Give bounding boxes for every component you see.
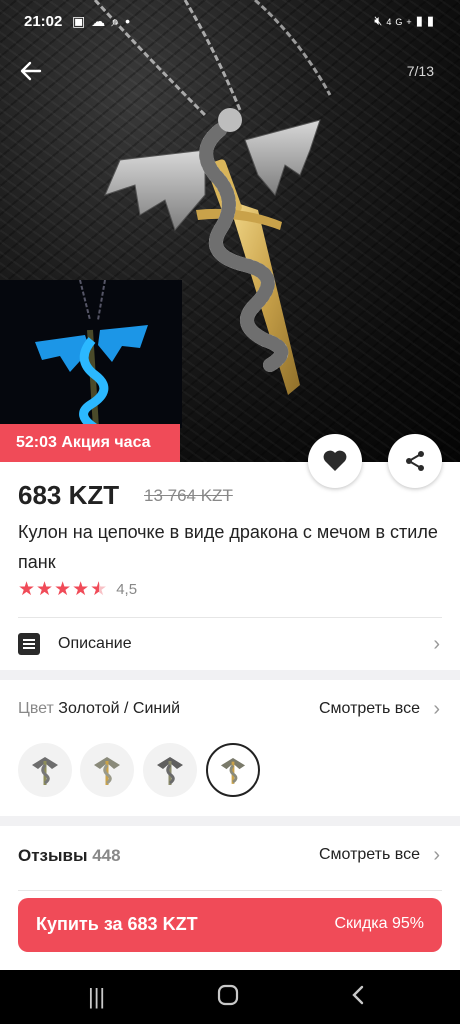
promo-badge: 52:03 Акция часа — [0, 424, 180, 462]
image-counter: 7/13 — [406, 63, 434, 79]
glow-variant-thumbnail — [0, 280, 182, 428]
description-row[interactable]: Описание › — [18, 624, 442, 664]
discount-label: Скидка 95% — [334, 915, 424, 932]
buy-button[interactable]: Купить за 683 KZT Скидка 95% — [18, 898, 442, 952]
color-value: Золотой / Синий — [58, 700, 181, 717]
chevron-right-icon: › — [433, 698, 440, 720]
network-4g-icon: 4G+ — [386, 17, 416, 27]
reviews-row[interactable]: Отзывы 448 Смотреть все › — [18, 844, 442, 870]
arrow-left-icon — [20, 61, 42, 81]
mute-icon: 🔇︎ — [374, 13, 387, 28]
search-icon: ⌕ — [111, 13, 126, 29]
status-right-icons: 🔇︎4G+▮▮ — [374, 13, 438, 29]
product-image-gallery[interactable]: 21:02 ▣☁⌕• 🔇︎4G+▮▮ 7/13 — [0, 0, 460, 462]
cloud-icon: ☁ — [91, 13, 112, 29]
product-screen: 21:02 ▣☁⌕• 🔇︎4G+▮▮ 7/13 52:03 Акция часа — [0, 0, 460, 1024]
reviews-count: 448 — [92, 846, 121, 865]
heart-icon — [323, 450, 347, 471]
battery-icon: ▮ — [426, 13, 438, 28]
status-time: 21:02 — [24, 13, 63, 30]
old-price: 13 764 KZT — [144, 486, 233, 505]
chevron-right-icon: › — [433, 632, 440, 655]
signal-icon: ▮ — [415, 13, 427, 28]
rating-value: 4,5 — [116, 580, 138, 598]
reviews-label: Отзывы — [18, 846, 93, 865]
color-see-all-link[interactable]: Смотреть все — [319, 700, 420, 718]
color-swatches — [18, 743, 278, 799]
color-swatch-3[interactable] — [143, 743, 197, 797]
favorite-button[interactable] — [308, 434, 362, 488]
share-icon — [406, 451, 424, 471]
chevron-right-icon: › — [433, 844, 440, 866]
back-button[interactable] — [18, 58, 46, 86]
product-rating[interactable]: ★★★★★ 4,5 — [18, 578, 137, 600]
section-separator — [0, 670, 460, 680]
status-bar: 21:02 ▣☁⌕• 🔇︎4G+▮▮ — [0, 0, 460, 44]
description-label: Описание — [58, 635, 132, 652]
divider — [18, 890, 442, 891]
back-nav-icon[interactable] — [350, 984, 366, 1012]
dot-icon: • — [125, 13, 136, 29]
status-left-icons: ▣☁⌕• — [72, 13, 136, 30]
reviews-see-all-link[interactable]: Смотреть все — [319, 846, 420, 864]
share-button[interactable] — [388, 434, 442, 488]
color-label: Цвет — [18, 700, 59, 717]
product-title: Кулон на цепочке в виде дракона с мечом … — [18, 522, 438, 572]
system-nav-bar: ||| — [0, 970, 460, 1024]
color-swatch-4-selected[interactable] — [206, 743, 260, 797]
rating-stars-icon: ★★★★★ — [18, 578, 109, 600]
buy-label: Купить за 683 KZT — [36, 914, 198, 934]
color-swatch-1[interactable] — [18, 743, 72, 797]
color-row: Цвет Золотой / Синий Смотреть все › — [18, 698, 442, 724]
image-icon: ▣ — [72, 13, 92, 29]
current-price: 683 KZT — [18, 480, 120, 510]
document-icon — [18, 633, 40, 655]
divider — [18, 617, 442, 618]
recent-apps-icon[interactable]: ||| — [88, 984, 105, 1010]
home-icon[interactable] — [217, 984, 239, 1012]
color-swatch-2[interactable] — [80, 743, 134, 797]
section-separator — [0, 816, 460, 826]
